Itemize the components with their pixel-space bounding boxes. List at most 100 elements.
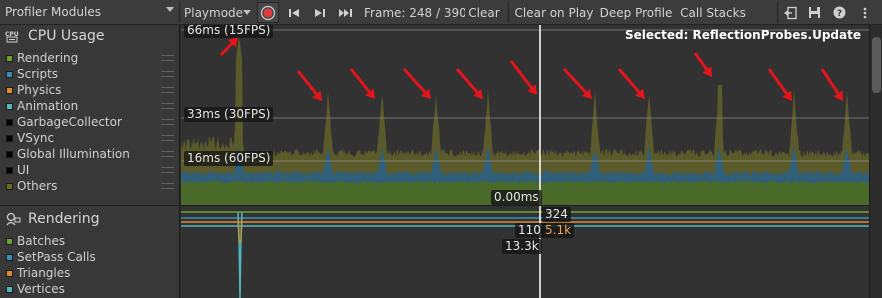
cpu-legend-item[interactable]: Animation xyxy=(0,98,180,114)
clear-on-play-toggle[interactable]: Clear on Play xyxy=(513,2,595,23)
skip-to-end-icon xyxy=(339,8,352,17)
annotation-arrow xyxy=(509,60,535,92)
drag-handle-icon[interactable] xyxy=(161,135,174,141)
annotation-arrow xyxy=(767,68,790,98)
rendering-legend-item[interactable]: Batches xyxy=(0,233,180,249)
legend-color-swatch xyxy=(6,118,13,126)
first-frame-button[interactable] xyxy=(283,2,305,23)
next-frame-button[interactable] xyxy=(309,2,331,23)
setpass-value-label: 110 xyxy=(515,223,544,238)
legend-color-swatch xyxy=(6,102,13,110)
legend-label: Triangles xyxy=(17,266,71,280)
import-icon xyxy=(784,6,797,19)
step-back-icon xyxy=(289,8,299,17)
cursor-time-label: 0.00ms xyxy=(491,190,542,205)
drag-handle-icon[interactable] xyxy=(161,103,174,109)
cpu-usage-chart[interactable]: 66ms (15FPS) 33ms (30FPS) 16ms (60FPS) 0… xyxy=(181,25,869,205)
legend-label: Batches xyxy=(17,234,66,248)
cpu-legend-item[interactable]: VSync xyxy=(0,130,180,146)
clear-button[interactable]: Clear xyxy=(465,2,503,23)
drag-handle-icon[interactable] xyxy=(161,87,174,93)
drag-handle-icon[interactable] xyxy=(161,167,174,173)
legend-label: VSync xyxy=(17,131,55,145)
drag-handle-icon[interactable] xyxy=(161,71,174,77)
cpu-usage-module-header[interactable]: CPU CPU Usage xyxy=(0,25,180,47)
rendering-title: Rendering xyxy=(28,211,100,227)
legend-color-swatch xyxy=(6,150,13,158)
annotation-arrow xyxy=(617,68,643,96)
cpu-legend-item[interactable]: Physics xyxy=(0,82,180,98)
profiler-module-list: CPU CPU Usage Rendering Scripts Physics Ani… xyxy=(0,25,180,298)
toolbar-divider xyxy=(179,2,180,23)
record-button[interactable] xyxy=(257,2,279,23)
annotation-arrow xyxy=(402,67,429,96)
legend-color-swatch xyxy=(6,86,13,94)
rendering-module-header[interactable]: Rendering xyxy=(0,208,180,230)
last-frame-button[interactable] xyxy=(335,2,357,23)
drag-handle-icon[interactable] xyxy=(161,183,174,189)
toolbar-divider xyxy=(777,2,778,23)
kebab-menu-icon xyxy=(863,7,867,18)
record-icon xyxy=(260,5,276,20)
selected-sample-label: Selected: ReflectionProbes.Update xyxy=(624,28,861,42)
legend-label: UI xyxy=(17,163,30,177)
profiler-modules-label: Profiler Modules xyxy=(5,5,101,19)
legend-label: Rendering xyxy=(17,51,79,65)
more-options-button[interactable] xyxy=(857,2,873,23)
grid-label-33ms: 33ms (30FPS) xyxy=(184,107,274,122)
triangles-value-label: 5.1k xyxy=(542,223,575,238)
legend-color-swatch xyxy=(6,237,13,245)
rendering-legend-item[interactable]: Triangles xyxy=(0,265,180,281)
profiler-modules-dropdown[interactable]: Profiler Modules xyxy=(0,1,178,23)
legend-color-swatch xyxy=(6,285,13,293)
cpu-chart-graphic xyxy=(181,25,869,205)
drag-handle-icon[interactable] xyxy=(161,151,174,157)
cpu-legend-item[interactable]: Scripts xyxy=(0,66,180,82)
playmode-dropdown[interactable]: Playmode xyxy=(182,2,256,23)
profiler-toolbar: Profiler Modules Playmode Frame: 248 / 3… xyxy=(0,0,882,25)
cpu-legend-item[interactable]: GarbageCollector xyxy=(0,114,180,130)
drag-handle-icon[interactable] xyxy=(161,55,174,61)
rendering-icon xyxy=(4,211,22,227)
annotation-arrow xyxy=(349,68,373,96)
cpu-legend-item[interactable]: Global Illumination xyxy=(0,146,180,162)
legend-label: Others xyxy=(17,179,58,193)
rendering-legend-item[interactable]: SetPass Calls xyxy=(0,249,180,265)
legend-color-swatch xyxy=(6,70,13,78)
legend-label: Scripts xyxy=(17,67,59,81)
rendering-legend-item[interactable]: Vertices xyxy=(0,281,180,297)
grid-label-16ms: 16ms (60FPS) xyxy=(184,151,274,166)
load-button[interactable] xyxy=(780,2,800,23)
rendering-chart[interactable]: 324 110 5.1k 13.3k xyxy=(181,206,869,298)
vertical-scrollbar[interactable] xyxy=(869,25,882,298)
save-button[interactable] xyxy=(804,2,824,23)
toolbar-divider xyxy=(508,2,509,23)
call-stacks-toggle[interactable]: Call Stacks xyxy=(677,2,749,23)
batches-value-label: 324 xyxy=(542,207,571,222)
legend-label: Animation xyxy=(17,99,79,113)
cpu-legend-item[interactable]: Rendering xyxy=(0,50,180,66)
cpu-legend-item[interactable]: Others xyxy=(0,178,180,194)
legend-label: Vertices xyxy=(17,282,65,296)
vertices-value-label: 13.3k xyxy=(502,239,542,254)
help-button[interactable]: ? xyxy=(830,2,848,23)
save-icon xyxy=(808,7,820,18)
frame-counter: Frame: 248 / 390 xyxy=(364,5,467,20)
legend-color-swatch xyxy=(6,54,13,62)
drag-handle-icon[interactable] xyxy=(161,119,174,125)
deep-profile-toggle[interactable]: Deep Profile xyxy=(598,2,674,23)
playmode-label: Playmode xyxy=(184,5,244,20)
scrollbar-thumb[interactable] xyxy=(872,37,881,93)
legend-color-swatch xyxy=(6,166,13,174)
annotation-arrow xyxy=(296,70,320,98)
annotation-arrow xyxy=(455,68,481,96)
help-icon: ? xyxy=(833,6,845,19)
legend-label: SetPass Calls xyxy=(17,250,96,264)
legend-color-swatch xyxy=(6,134,13,142)
cpu-legend-item[interactable]: UI xyxy=(0,162,180,178)
annotation-arrow xyxy=(693,52,710,73)
annotation-arrow xyxy=(562,67,590,96)
legend-label: Physics xyxy=(17,83,62,97)
grid-label-66ms: 66ms (15FPS) xyxy=(184,25,274,38)
chevron-down-icon xyxy=(166,7,174,12)
